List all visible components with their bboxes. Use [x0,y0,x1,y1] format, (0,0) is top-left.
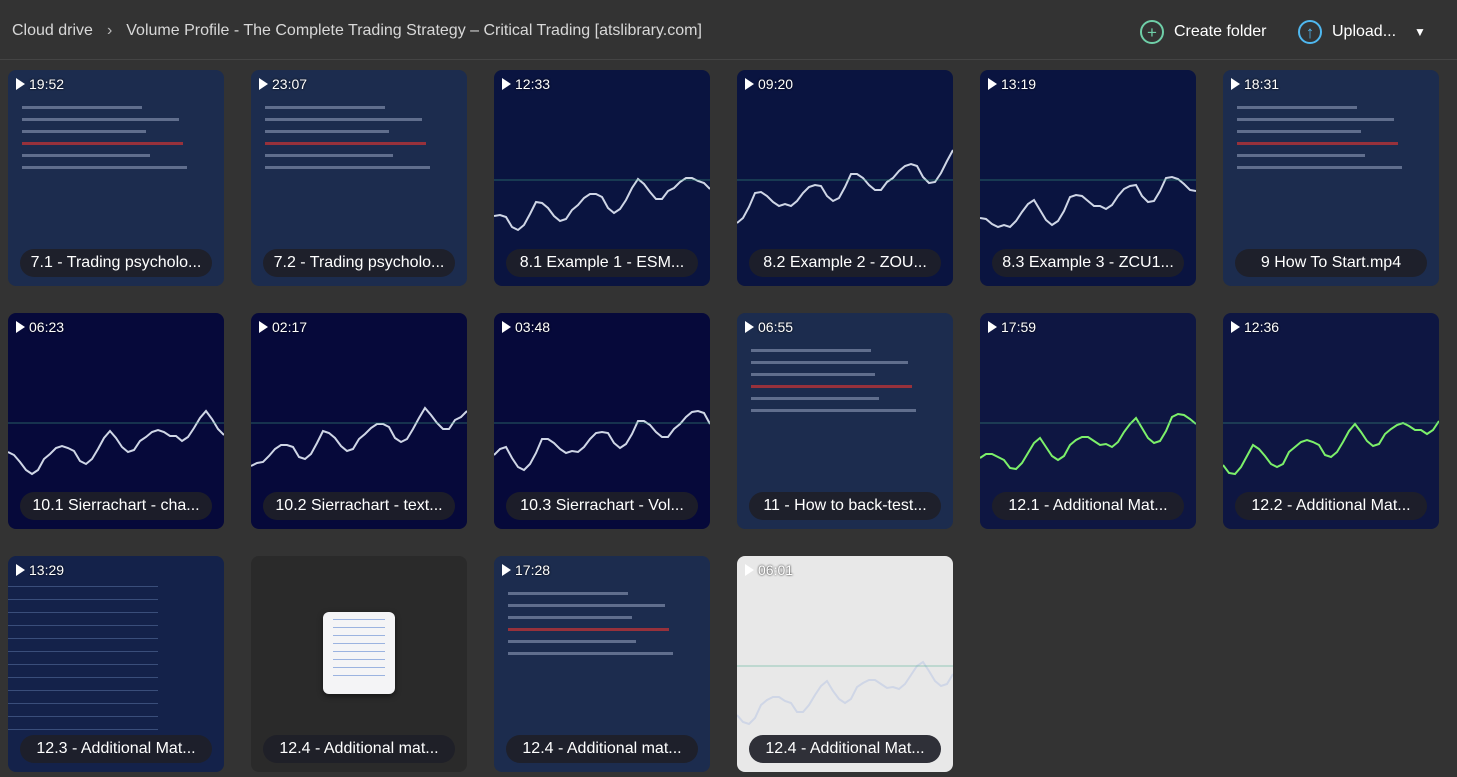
create-folder-label: Create folder [1174,23,1267,40]
file-tile[interactable]: 03:48 10.3 Sierrachart - Vol... [494,313,710,529]
file-name: 7.1 - Trading psycholo... [20,249,212,277]
chevron-down-icon[interactable]: ▼ [1414,25,1426,39]
file-tile[interactable]: 12:33 8.1 Example 1 - ESM... [494,70,710,286]
top-bar: Cloud drive › Volume Profile - The Compl… [0,0,1457,60]
chevron-right-icon: › [106,22,113,39]
video-duration: 13:29 [16,562,64,578]
breadcrumb-current: Volume Profile - The Complete Trading St… [126,22,702,39]
play-icon [988,78,997,90]
breadcrumb-root[interactable]: Cloud drive [12,22,93,40]
file-name: 9 How To Start.mp4 [1235,249,1427,277]
video-duration: 23:07 [259,76,307,92]
play-icon [16,78,25,90]
file-name: 7.2 - Trading psycholo... [263,249,455,277]
file-tile[interactable]: 13:19 8.3 Example 3 - ZCU1... [980,70,1196,286]
file-tile[interactable]: 13:29 12.3 - Additional Mat... [8,556,224,772]
file-name: 12.4 - Additional mat... [263,735,455,763]
file-grid: 19:52 7.1 - Trading psycholo... 23:07 7.2 -… [8,70,1439,772]
file-tile[interactable]: 06:23 10.1 Sierrachart - cha... [8,313,224,529]
play-icon [502,564,511,576]
upload-button[interactable]: ↑ Upload... ▼ [1298,20,1426,44]
play-icon [16,321,25,333]
video-duration: 17:28 [502,562,550,578]
file-name: 8.3 Example 3 - ZCU1... [992,249,1184,277]
file-name: 10.2 Sierrachart - text... [263,492,455,520]
file-name: 8.1 Example 1 - ESM... [506,249,698,277]
play-icon [1231,78,1240,90]
file-name: 12.2 - Additional Mat... [1235,492,1427,520]
play-icon [745,78,754,90]
play-icon [502,321,511,333]
file-name: 10.3 Sierrachart - Vol... [506,492,698,520]
play-icon [745,564,754,576]
file-name: 11 - How to back-test... [749,492,941,520]
video-duration: 12:33 [502,76,550,92]
file-tile[interactable]: 18:31 9 How To Start.mp4 [1223,70,1439,286]
file-tile[interactable]: 12.4 - Additional mat... [251,556,467,772]
file-tile[interactable]: 02:17 10.2 Sierrachart - text... [251,313,467,529]
video-duration: 03:48 [502,319,550,335]
play-icon [988,321,997,333]
play-icon [16,564,25,576]
file-tile[interactable]: 23:07 7.2 - Trading psycholo... [251,70,467,286]
plus-circle-icon: + [1140,20,1164,44]
play-icon [259,321,268,333]
video-duration: 12:36 [1231,319,1279,335]
video-duration: 06:55 [745,319,793,335]
video-duration: 19:52 [16,76,64,92]
video-duration: 02:17 [259,319,307,335]
create-folder-button[interactable]: + Create folder [1140,20,1267,44]
breadcrumb: Cloud drive › Volume Profile - The Compl… [12,22,702,40]
file-name: 8.2 Example 2 - ZOU... [749,249,941,277]
file-tile[interactable]: 09:20 8.2 Example 2 - ZOU... [737,70,953,286]
file-name: 12.1 - Additional Mat... [992,492,1184,520]
video-duration: 06:23 [16,319,64,335]
file-name: 10.1 Sierrachart - cha... [20,492,212,520]
file-name: 12.3 - Additional Mat... [20,735,212,763]
video-duration: 06:01 [745,562,793,578]
video-duration: 09:20 [745,76,793,92]
video-duration: 13:19 [988,76,1036,92]
upload-arrow-icon: ↑ [1298,20,1322,44]
play-icon [502,78,511,90]
play-icon [259,78,268,90]
video-duration: 18:31 [1231,76,1279,92]
file-tile[interactable]: 17:59 12.1 - Additional Mat... [980,313,1196,529]
document-icon [323,612,395,694]
play-icon [1231,321,1240,333]
file-tile[interactable]: 19:52 7.1 - Trading psycholo... [8,70,224,286]
file-tile[interactable]: 06:55 11 - How to back-test... [737,313,953,529]
video-duration: 17:59 [988,319,1036,335]
upload-label: Upload... [1332,23,1397,40]
file-tile[interactable]: 17:28 12.4 - Additional mat... [494,556,710,772]
file-tile[interactable]: 12:36 12.2 - Additional Mat... [1223,313,1439,529]
play-icon [745,321,754,333]
file-name: 12.4 - Additional mat... [506,735,698,763]
file-tile[interactable]: 06:01 12.4 - Additional Mat... [737,556,953,772]
file-name: 12.4 - Additional Mat... [749,735,941,763]
